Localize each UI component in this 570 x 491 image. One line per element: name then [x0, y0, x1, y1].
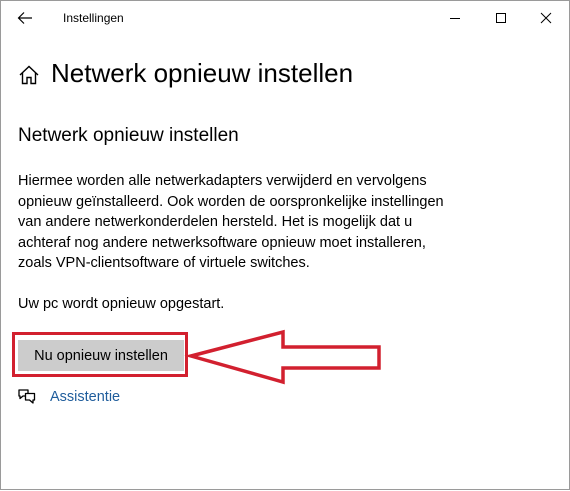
close-icon [540, 12, 552, 24]
settings-window: Instellingen Netwerk opnieuw instellen N… [0, 0, 570, 490]
reset-now-button[interactable]: Nu opnieuw instellen [18, 340, 184, 371]
restart-note: Uw pc wordt opnieuw opgestart. [18, 296, 225, 312]
chat-bubbles-icon [18, 389, 36, 404]
maximize-button[interactable] [478, 1, 524, 35]
window-title: Instellingen [63, 11, 124, 25]
close-button[interactable] [523, 1, 569, 35]
section-title: Netwerk opnieuw instellen [18, 125, 239, 146]
title-bar: Instellingen [1, 1, 569, 35]
back-button[interactable] [8, 5, 42, 31]
home-icon[interactable] [17, 63, 41, 87]
help-link[interactable]: Assistentie [50, 389, 120, 405]
description-text: Hiermee worden alle netwerkadapters verw… [18, 173, 444, 271]
help-row[interactable]: Assistentie [17, 387, 120, 407]
maximize-icon [496, 13, 506, 23]
page-title: Netwerk opnieuw instellen [51, 58, 354, 88]
minimize-button[interactable] [432, 1, 478, 35]
minimize-icon [450, 18, 460, 19]
back-arrow-icon [17, 12, 32, 24]
